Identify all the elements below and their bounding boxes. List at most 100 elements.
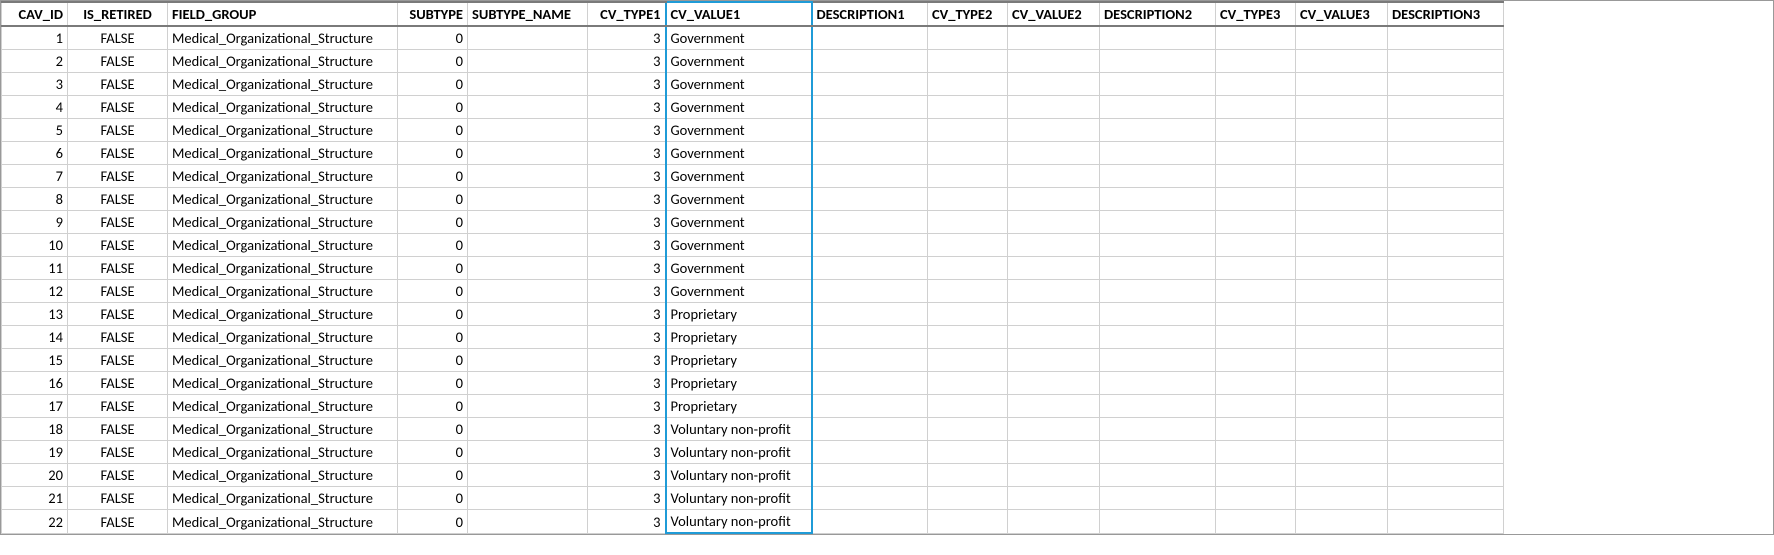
cell-description1[interactable] (812, 326, 928, 349)
table-row[interactable]: 1FALSEMedical_Organizational_Structure03… (2, 26, 1504, 50)
cell-cv_value3[interactable] (1296, 165, 1388, 188)
cell-cv_type1[interactable]: 3 (588, 418, 666, 441)
cell-cv_value3[interactable] (1296, 510, 1388, 534)
cell-cv_value2[interactable] (1008, 441, 1100, 464)
cell-field_group[interactable]: Medical_Organizational_Structure (168, 257, 398, 280)
cell-subtype[interactable]: 0 (398, 142, 468, 165)
cell-description2[interactable] (1100, 234, 1216, 257)
cell-field_group[interactable]: Medical_Organizational_Structure (168, 96, 398, 119)
cell-cv_type2[interactable] (928, 395, 1008, 418)
cell-cav_id[interactable]: 22 (2, 510, 68, 534)
cell-is_retired[interactable]: FALSE (68, 303, 168, 326)
cell-subtype_name[interactable] (468, 303, 588, 326)
cell-cv_value1[interactable]: Government (666, 73, 812, 96)
cell-cv_value1[interactable]: Proprietary (666, 395, 812, 418)
cell-cv_type1[interactable]: 3 (588, 142, 666, 165)
cell-cv_type3[interactable] (1216, 372, 1296, 395)
cell-cv_type2[interactable] (928, 418, 1008, 441)
cell-cv_type3[interactable] (1216, 73, 1296, 96)
cell-cv_value1[interactable]: Proprietary (666, 349, 812, 372)
table-body[interactable]: 1FALSEMedical_Organizational_Structure03… (2, 26, 1504, 533)
cell-subtype[interactable]: 0 (398, 234, 468, 257)
cell-is_retired[interactable]: FALSE (68, 487, 168, 510)
cell-cv_type2[interactable] (928, 211, 1008, 234)
cell-field_group[interactable]: Medical_Organizational_Structure (168, 487, 398, 510)
cell-description2[interactable] (1100, 188, 1216, 211)
table-row[interactable]: 12FALSEMedical_Organizational_Structure0… (2, 280, 1504, 303)
cell-cv_value2[interactable] (1008, 188, 1100, 211)
cell-cv_value1[interactable]: Voluntary non-profit (666, 464, 812, 487)
cell-cav_id[interactable]: 4 (2, 96, 68, 119)
cell-description1[interactable] (812, 487, 928, 510)
cell-description3[interactable] (1388, 441, 1504, 464)
cell-cav_id[interactable]: 11 (2, 257, 68, 280)
cell-description3[interactable] (1388, 142, 1504, 165)
cell-description1[interactable] (812, 234, 928, 257)
cell-cv_type3[interactable] (1216, 395, 1296, 418)
cell-description2[interactable] (1100, 326, 1216, 349)
cell-cv_value3[interactable] (1296, 257, 1388, 280)
cell-description3[interactable] (1388, 349, 1504, 372)
cell-field_group[interactable]: Medical_Organizational_Structure (168, 418, 398, 441)
cell-field_group[interactable]: Medical_Organizational_Structure (168, 395, 398, 418)
cell-cv_type2[interactable] (928, 96, 1008, 119)
cell-subtype[interactable]: 0 (398, 487, 468, 510)
table-row[interactable]: 6FALSEMedical_Organizational_Structure03… (2, 142, 1504, 165)
cell-cv_type3[interactable] (1216, 418, 1296, 441)
cell-cv_value3[interactable] (1296, 464, 1388, 487)
cell-subtype_name[interactable] (468, 280, 588, 303)
cell-description1[interactable] (812, 211, 928, 234)
cell-cv_value1[interactable]: Government (666, 211, 812, 234)
cell-is_retired[interactable]: FALSE (68, 96, 168, 119)
cell-subtype[interactable]: 0 (398, 257, 468, 280)
cell-cav_id[interactable]: 5 (2, 119, 68, 142)
cell-subtype[interactable]: 0 (398, 464, 468, 487)
cell-cv_value3[interactable] (1296, 441, 1388, 464)
cell-cv_type2[interactable] (928, 188, 1008, 211)
cell-description2[interactable] (1100, 303, 1216, 326)
cell-description3[interactable] (1388, 510, 1504, 534)
cell-cv_value3[interactable] (1296, 280, 1388, 303)
cell-subtype_name[interactable] (468, 211, 588, 234)
cell-description1[interactable] (812, 372, 928, 395)
cell-description3[interactable] (1388, 418, 1504, 441)
col-header-cv_type2[interactable]: CV_TYPE2 (928, 2, 1008, 26)
cell-cav_id[interactable]: 3 (2, 73, 68, 96)
cell-description1[interactable] (812, 395, 928, 418)
cell-field_group[interactable]: Medical_Organizational_Structure (168, 372, 398, 395)
cell-field_group[interactable]: Medical_Organizational_Structure (168, 26, 398, 50)
cell-cv_type1[interactable]: 3 (588, 26, 666, 50)
cell-cv_type2[interactable] (928, 326, 1008, 349)
cell-cv_type1[interactable]: 3 (588, 303, 666, 326)
cell-field_group[interactable]: Medical_Organizational_Structure (168, 464, 398, 487)
cell-cv_type1[interactable]: 3 (588, 464, 666, 487)
cell-subtype_name[interactable] (468, 50, 588, 73)
cell-description2[interactable] (1100, 280, 1216, 303)
col-header-cv_value3[interactable]: CV_VALUE3 (1296, 2, 1388, 26)
cell-cv_value3[interactable] (1296, 418, 1388, 441)
table-row[interactable]: 4FALSEMedical_Organizational_Structure03… (2, 96, 1504, 119)
cell-cv_value1[interactable]: Proprietary (666, 372, 812, 395)
cell-subtype_name[interactable] (468, 96, 588, 119)
cell-cv_value3[interactable] (1296, 234, 1388, 257)
table-row[interactable]: 17FALSEMedical_Organizational_Structure0… (2, 395, 1504, 418)
cell-description3[interactable] (1388, 96, 1504, 119)
cell-cv_value3[interactable] (1296, 372, 1388, 395)
cell-description3[interactable] (1388, 50, 1504, 73)
cell-subtype[interactable]: 0 (398, 395, 468, 418)
cell-cv_value2[interactable] (1008, 464, 1100, 487)
cell-cv_value3[interactable] (1296, 50, 1388, 73)
cell-description3[interactable] (1388, 372, 1504, 395)
cell-cv_value3[interactable] (1296, 326, 1388, 349)
cell-cv_type1[interactable]: 3 (588, 165, 666, 188)
cell-cv_value1[interactable]: Voluntary non-profit (666, 418, 812, 441)
cell-description3[interactable] (1388, 303, 1504, 326)
cell-cav_id[interactable]: 7 (2, 165, 68, 188)
cell-subtype[interactable]: 0 (398, 418, 468, 441)
cell-subtype[interactable]: 0 (398, 510, 468, 534)
cell-description2[interactable] (1100, 349, 1216, 372)
cell-is_retired[interactable]: FALSE (68, 395, 168, 418)
cell-cv_value1[interactable]: Government (666, 142, 812, 165)
cell-cv_type2[interactable] (928, 510, 1008, 534)
cell-cv_type2[interactable] (928, 50, 1008, 73)
